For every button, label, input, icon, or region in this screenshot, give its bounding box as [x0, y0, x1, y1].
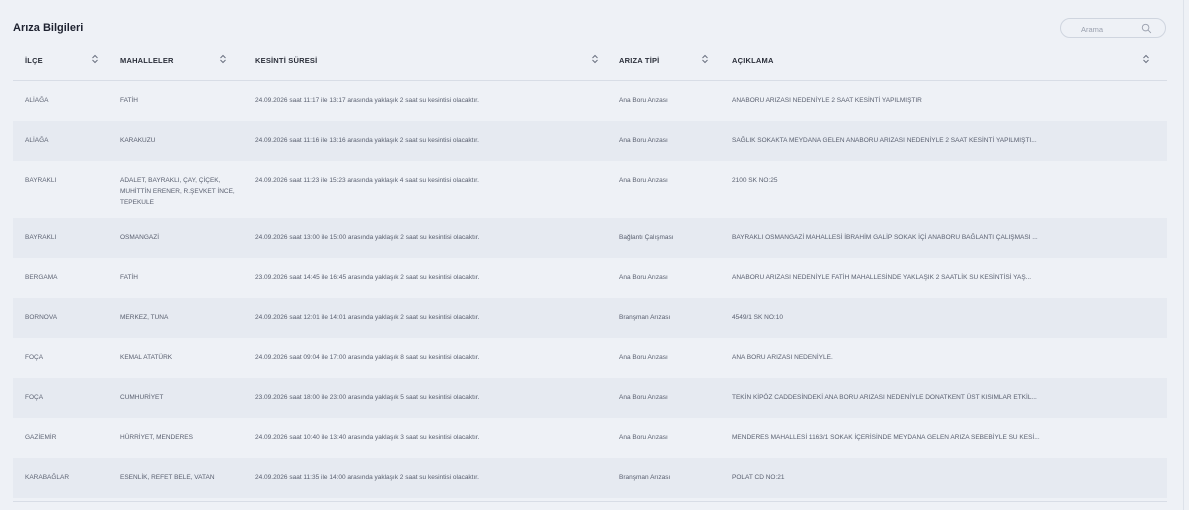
cell-fault-type: Ana Boru Arızası — [619, 97, 668, 104]
cell-fault-type: Ana Boru Arızası — [619, 176, 668, 184]
cell-description: ANABORU ARIZASI NEDENİYLE FATİH MAHALLES… — [732, 273, 1032, 281]
cell-description: 2100 SK NO:25 — [732, 176, 778, 184]
cell-description: BAYRAKLI OSMANGAZİ MAHALLESİ İBRAHİM GAL… — [732, 233, 1038, 241]
cell-district: BAYRAKLI — [25, 176, 57, 184]
sort-arrows-icon[interactable] — [1142, 54, 1150, 64]
cell-neighborhoods: FATİH — [120, 273, 138, 281]
cell-district: GAZİEMİR — [25, 433, 57, 441]
table-row[interactable]: BAYRAKLI OSMANGAZİ 24.09.2026 saat 13:00… — [13, 217, 1167, 258]
cell-neighborhoods: ADALET, BAYRAKLI, ÇAY, ÇİÇEK, MUHİTTİN E… — [120, 176, 235, 206]
cell-description: TEKİN KİPÖZ CADDESİNDEKİ ANA BORU ARIZAS… — [732, 393, 1037, 401]
cell-neighborhoods: MERKEZ, TUNA — [120, 313, 169, 321]
table-row[interactable]: BORNOVA MERKEZ, TUNA 24.09.2026 saat 12:… — [13, 297, 1167, 338]
column-header-district[interactable]: İLÇE — [13, 40, 108, 81]
table-row[interactable]: ALİAĞA FATİH 24.09.2026 saat 11:17 ile 1… — [13, 80, 1167, 121]
search-box[interactable] — [1060, 18, 1166, 38]
cell-description: ANABORU ARIZASI NEDENİYLE 2 SAAT KESİNTİ… — [732, 97, 922, 104]
cell-outage-duration: 24.09.2026 saat 11:23 ile 15:23 arasında… — [255, 176, 479, 184]
column-header-label: MAHALLELER — [120, 55, 174, 65]
column-header-neighborhoods[interactable]: MAHALLELER — [108, 40, 239, 81]
column-header-description[interactable]: AÇIKLAMA — [720, 40, 1167, 81]
table-header-row: İLÇE MAHALLELER KESİNTİ SÜRESİ ARIZA TİP… — [13, 40, 1167, 81]
cell-outage-duration: 24.09.2026 saat 11:17 ile 13:17 arasında… — [255, 97, 479, 104]
column-header-label: KESİNTİ SÜRESİ — [255, 55, 318, 65]
cell-outage-duration: 24.09.2026 saat 10:40 ile 13:40 arasında… — [255, 433, 480, 441]
cell-description: ANA BORU ARIZASI NEDENİYLE. — [732, 353, 833, 361]
sort-arrows-icon[interactable] — [219, 54, 227, 64]
cell-neighborhoods: KARAKUZU — [120, 136, 156, 144]
cell-district: KARABAĞLAR — [25, 473, 70, 481]
cell-neighborhoods: FATİH — [120, 97, 138, 104]
cell-outage-duration: 24.09.2026 saat 12:01 ile 14:01 arasında… — [255, 313, 480, 321]
cell-fault-type: Ana Boru Arızası — [619, 353, 668, 361]
cell-fault-type: Bağlantı Çalışması — [619, 233, 674, 241]
table-row[interactable]: FOÇA KEMAL ATATÜRK 24.09.2026 saat 09:04… — [13, 337, 1167, 378]
column-header-fault-type[interactable]: ARIZA TİPİ — [607, 40, 720, 81]
table-row[interactable]: BAYRAKLI ADALET, BAYRAKLI, ÇAY, ÇİÇEK, M… — [13, 160, 1167, 218]
table-row[interactable]: GAZİEMİR HÜRRİYET, MENDERES 24.09.2026 s… — [13, 417, 1167, 458]
cell-district: BAYRAKLI — [25, 233, 57, 241]
cell-district: FOÇA — [25, 393, 44, 401]
cell-neighborhoods: HÜRRİYET, MENDERES — [120, 433, 193, 441]
table-row[interactable]: FOÇA CUMHURİYET 23.09.2026 saat 18:00 il… — [13, 377, 1167, 418]
cell-fault-type: Ana Boru Arızası — [619, 273, 668, 281]
table-bottom-divider — [13, 501, 1167, 502]
cell-outage-duration: 24.09.2026 saat 13:00 ile 15:00 arasında… — [255, 233, 480, 241]
cell-district: BORNOVA — [25, 313, 58, 321]
column-header-label: AÇIKLAMA — [732, 55, 774, 65]
sort-arrows-icon[interactable] — [701, 54, 709, 64]
cell-fault-type: Ana Boru Arızası — [619, 433, 668, 441]
cell-outage-duration: 24.09.2026 saat 09:04 ile 17:00 arasında… — [255, 353, 480, 361]
cell-fault-type: Ana Boru Arızası — [619, 393, 668, 401]
sort-arrows-icon[interactable] — [91, 54, 99, 64]
cell-outage-duration: 24.09.2026 saat 11:16 ile 13:16 arasında… — [255, 136, 479, 144]
cell-description: SAĞLIK SOKAKTA MEYDANA GELEN ANABORU ARI… — [732, 136, 1037, 144]
cell-neighborhoods: KEMAL ATATÜRK — [120, 353, 173, 361]
cell-district: ALİAĞA — [25, 136, 49, 144]
cell-outage-duration: 23.09.2026 saat 14:45 ile 16:45 arasında… — [255, 273, 480, 281]
cell-description: MENDERES MAHALLESİ 1163/1 SOKAK İÇERİSİN… — [732, 433, 1040, 441]
column-header-label: ARIZA TİPİ — [619, 55, 660, 65]
table-row[interactable]: ALİAĞA KARAKUZU 24.09.2026 saat 11:16 il… — [13, 120, 1167, 161]
fault-info-panel: Arıza Bilgileri İLÇE MAHALLELER — [0, 0, 1184, 510]
fault-table: İLÇE MAHALLELER KESİNTİ SÜRESİ ARIZA TİP… — [13, 40, 1167, 498]
cell-neighborhoods: ESENLİK, REFET BELE, VATAN — [120, 473, 215, 481]
table-row[interactable]: KARABAĞLAR ESENLİK, REFET BELE, VATAN 24… — [13, 457, 1167, 498]
search-icon[interactable] — [1141, 23, 1152, 34]
cell-outage-duration: 24.09.2026 saat 11:35 ile 14:00 arasında… — [255, 473, 479, 481]
cell-fault-type: Ana Boru Arızası — [619, 136, 668, 144]
cell-description: POLAT CD NO:21 — [732, 473, 785, 481]
cell-fault-type: Branşman Arızası — [619, 473, 671, 481]
cell-district: FOÇA — [25, 353, 44, 361]
sort-arrows-icon[interactable] — [591, 54, 599, 64]
column-header-outage-duration[interactable]: KESİNTİ SÜRESİ — [239, 40, 607, 81]
cell-outage-duration: 23.09.2026 saat 18:00 ile 23:00 arasında… — [255, 393, 480, 401]
cell-neighborhoods: CUMHURİYET — [120, 393, 164, 401]
cell-description: 4549/1 SK NO:10 — [732, 313, 783, 321]
search-input[interactable] — [1079, 22, 1143, 37]
cell-district: BERGAMA — [25, 273, 58, 281]
column-header-label: İLÇE — [25, 55, 43, 65]
table-row[interactable]: BERGAMA FATİH 23.09.2026 saat 14:45 ile … — [13, 257, 1167, 298]
panel-title: Arıza Bilgileri — [13, 22, 84, 34]
cell-fault-type: Branşman Arızası — [619, 313, 671, 321]
cell-neighborhoods: OSMANGAZİ — [120, 233, 160, 241]
cell-district: ALİAĞA — [25, 97, 49, 104]
